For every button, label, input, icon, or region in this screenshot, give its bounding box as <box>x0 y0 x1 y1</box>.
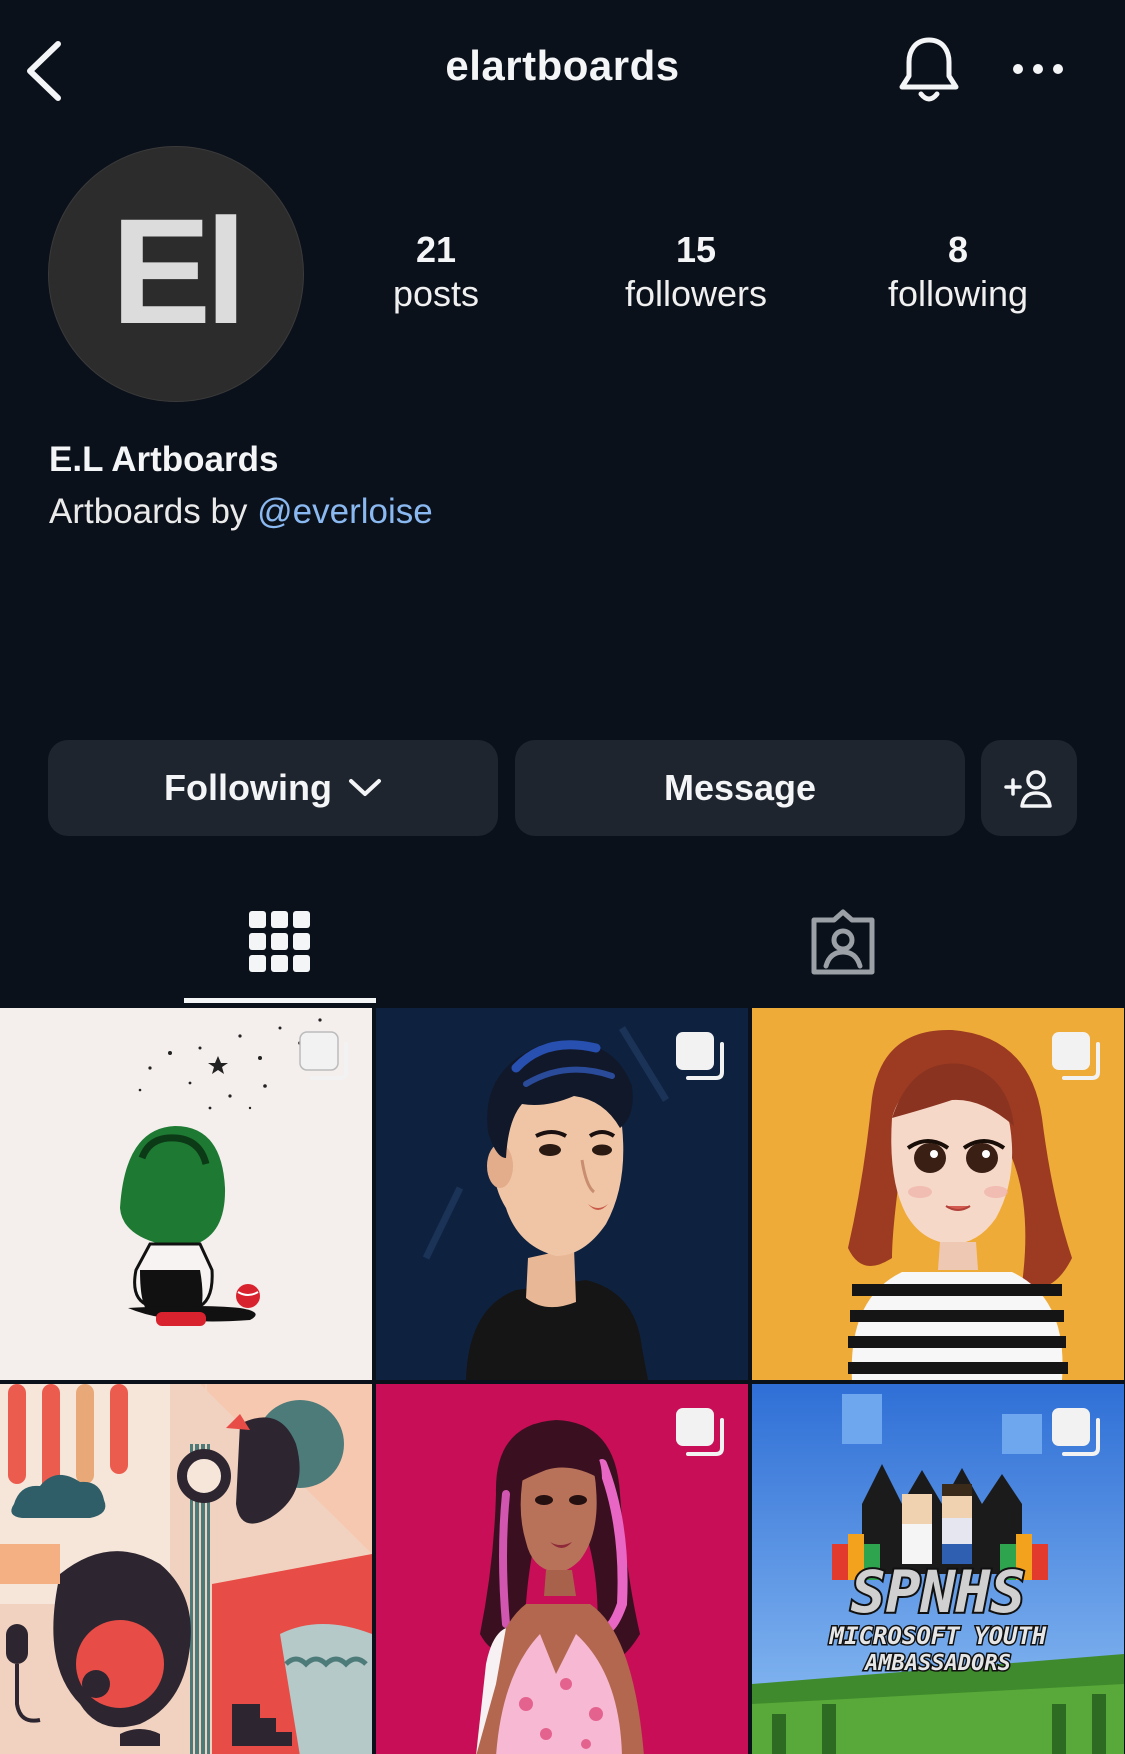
message-button-label: Message <box>663 767 817 808</box>
followers-count[interactable]: 15 followers <box>576 228 816 316</box>
following-number: 8 <box>947 229 969 270</box>
notifications-button[interactable] <box>896 34 962 106</box>
banner-title: SPNHS <box>851 1558 1026 1626</box>
add-user-icon <box>1004 770 1052 808</box>
bio-text: Artboards by <box>49 492 258 531</box>
message-button[interactable]: Message <box>515 740 965 836</box>
avatar[interactable]: El <box>48 146 304 402</box>
multiple-images-icon <box>676 1408 724 1456</box>
avatar-initials: El <box>111 186 247 355</box>
post-tile[interactable] <box>752 1008 1124 1380</box>
bio-mention-link[interactable]: @everloise <box>257 492 433 531</box>
chevron-down-icon <box>348 779 381 796</box>
grid-icon <box>249 911 310 972</box>
post-tile[interactable] <box>0 1384 372 1754</box>
posts-number: 21 <box>415 229 457 270</box>
banner-subtitle-2: AMBASSADORS <box>863 1651 1011 1676</box>
tab-posts-grid[interactable] <box>184 880 376 1004</box>
profile-page: elartboards El 21 posts 15 followers 8 f… <box>0 0 1125 1754</box>
more-horizontal-icon <box>1013 64 1063 74</box>
followers-number: 15 <box>675 229 717 270</box>
tagged-icon <box>811 909 875 975</box>
multiple-images-icon <box>299 1031 348 1080</box>
posts-label: posts <box>392 273 480 314</box>
active-tab-indicator <box>184 998 376 1003</box>
followers-label: followers <box>624 273 768 314</box>
multiple-images-icon <box>1052 1032 1100 1080</box>
following-button-label: Following <box>164 767 332 808</box>
following-count[interactable]: 8 following <box>838 228 1078 316</box>
tab-tagged[interactable] <box>760 880 926 1004</box>
following-button[interactable]: Following <box>48 740 498 836</box>
bell-icon <box>899 37 959 102</box>
post-tile[interactable] <box>376 1384 748 1754</box>
post-image <box>0 1384 372 1754</box>
banner-subtitle: MICROSOFT YOUTH <box>829 1622 1047 1650</box>
bio: Artboards by @everloise <box>49 492 433 532</box>
posts-count: 21 posts <box>316 228 556 316</box>
display-name: E.L Artboards <box>49 440 279 479</box>
top-bar: elartboards <box>0 0 1125 140</box>
suggested-users-button[interactable] <box>981 740 1077 836</box>
more-options-button[interactable] <box>1010 52 1066 86</box>
post-tile[interactable]: SPNHS MICROSOFT YOUTH AMBASSADORS <box>752 1384 1124 1754</box>
post-tile[interactable] <box>0 1008 372 1380</box>
following-label: following <box>887 273 1029 314</box>
post-tile[interactable] <box>376 1008 748 1380</box>
multiple-images-icon <box>676 1032 724 1080</box>
multiple-images-icon <box>1052 1408 1100 1456</box>
